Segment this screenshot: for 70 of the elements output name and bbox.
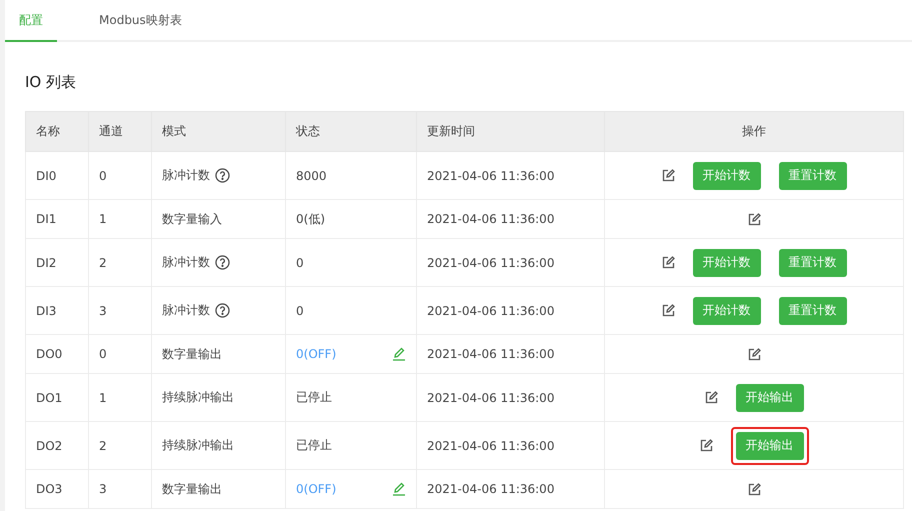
- help-icon[interactable]: [215, 303, 230, 318]
- column-header: 更新时间: [416, 112, 604, 152]
- edit-icon[interactable]: [748, 348, 760, 360]
- table-cell: 3: [88, 286, 152, 334]
- table-cell: 2021-04-06 11:36:00: [416, 374, 604, 422]
- table-cell: 2021-04-06 11:36:00: [416, 238, 604, 286]
- mode-text: 脉冲计数: [162, 254, 210, 271]
- edit-icon[interactable]: [704, 391, 718, 404]
- table-cell: 0: [88, 152, 152, 200]
- mode-text: 持续脉冲输出: [162, 437, 234, 454]
- tab[interactable]: 配置: [5, 0, 57, 42]
- table-cell: 2: [88, 422, 152, 470]
- edit-icon[interactable]: [748, 212, 760, 226]
- mode-text: 数字量输出: [162, 346, 222, 362]
- pencil-icon[interactable]: [392, 482, 406, 496]
- action-button[interactable]: 开始计数: [692, 296, 760, 324]
- column-header: 状态: [286, 112, 416, 152]
- edit-icon[interactable]: [748, 482, 760, 496]
- table-cell: 2021-04-06 11:36:00: [416, 200, 604, 238]
- table-cell: DI1: [26, 200, 88, 238]
- table-cell: 3: [88, 470, 152, 508]
- edit-icon[interactable]: [662, 304, 674, 317]
- table-cell: 2021-04-06 11:36:00: [416, 334, 604, 374]
- edit-icon[interactable]: [662, 169, 674, 182]
- section-title: IO 列表: [25, 72, 77, 92]
- column-header: 名称: [26, 112, 88, 152]
- table-cell: 1: [88, 374, 152, 422]
- status-value-link[interactable]: 0(OFF): [296, 347, 336, 361]
- table-cell: 2021-04-06 11:36:00: [416, 422, 604, 470]
- status-text: 0: [296, 256, 304, 270]
- table-cell: 2021-04-06 11:36:00: [416, 470, 604, 508]
- mode-text: 脉冲计数: [162, 167, 210, 184]
- status-text: 0: [296, 304, 304, 318]
- status-text: 8000: [296, 168, 327, 182]
- action-button[interactable]: 重置计数: [778, 248, 846, 276]
- status-text: 0(低): [296, 212, 325, 226]
- action-button[interactable]: 重置计数: [778, 296, 846, 324]
- column-header: 通道: [88, 112, 152, 152]
- action-button[interactable]: 开始输出: [736, 432, 804, 460]
- help-icon[interactable]: [215, 255, 230, 270]
- table-cell: 2021-04-06 11:36:00: [416, 152, 604, 200]
- pencil-icon[interactable]: [392, 347, 406, 361]
- edit-icon[interactable]: [700, 439, 712, 452]
- status-text: 已停止: [296, 390, 332, 404]
- action-button[interactable]: 重置计数: [778, 162, 846, 190]
- column-header: 操作: [604, 112, 904, 152]
- table-cell: 2: [88, 238, 152, 286]
- table-cell: 2021-04-06 11:36:00: [416, 286, 604, 334]
- table-cell: DO1: [26, 374, 88, 422]
- help-icon[interactable]: [215, 168, 230, 183]
- status-value-link[interactable]: 0(OFF): [296, 482, 336, 496]
- table-cell: DO3: [26, 470, 88, 508]
- action-button[interactable]: 开始输出: [736, 384, 804, 412]
- mode-text: 数字量输出: [162, 480, 222, 498]
- table-cell: DO2: [26, 422, 88, 470]
- column-header: 模式: [152, 112, 286, 152]
- action-button[interactable]: 开始计数: [692, 162, 760, 190]
- mode-text: 持续脉冲输出: [162, 389, 234, 406]
- table-cell: DI0: [26, 152, 88, 200]
- action-button[interactable]: 开始计数: [692, 248, 760, 276]
- table-cell: DO0: [26, 334, 88, 374]
- table-cell: DI3: [26, 286, 88, 334]
- table-cell: 0: [88, 334, 152, 374]
- mode-text: 脉冲计数: [162, 302, 210, 319]
- status-text: 已停止: [296, 438, 332, 452]
- table-cell: 1: [88, 200, 152, 238]
- tab[interactable]: Modbus映射表: [85, 0, 196, 42]
- mode-text: 数字量输入: [162, 210, 222, 228]
- table-cell: DI2: [26, 238, 88, 286]
- edit-icon[interactable]: [662, 256, 674, 269]
